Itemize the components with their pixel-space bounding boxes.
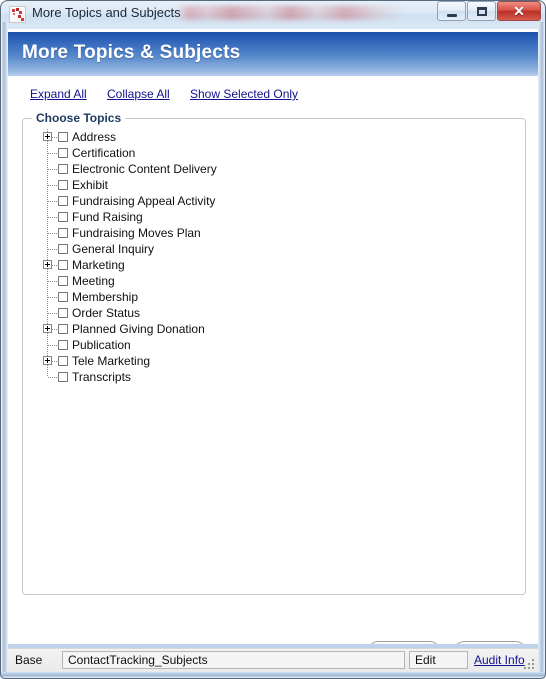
tree-connector-horizontal	[48, 201, 57, 202]
expand-plus-icon[interactable]	[43, 324, 52, 333]
tree-node-label: General Inquiry	[72, 242, 155, 256]
tree-connector-horizontal	[48, 297, 57, 298]
close-button[interactable]: Close	[453, 641, 527, 644]
tree-connector-horizontal	[48, 313, 57, 314]
page-banner: More Topics & Subjects	[8, 32, 538, 76]
tree-connector-horizontal	[48, 169, 57, 170]
status-bar: Base ContactTracking_Subjects Edit Audit…	[8, 648, 538, 672]
tree-node[interactable]: Certification	[39, 145, 509, 161]
audit-info-link[interactable]: Audit Info	[474, 653, 525, 667]
tree-node[interactable]: Meeting	[39, 273, 509, 289]
tree-node-checkbox[interactable]	[58, 276, 68, 286]
choose-topics-groupbox: Address Certification Electronic Content D…	[22, 118, 526, 595]
tree-connector-horizontal	[48, 185, 57, 186]
tree-node[interactable]: Publication	[39, 337, 509, 353]
collapse-all-link[interactable]: Collapse All	[107, 87, 170, 101]
tree-node-label: Planned Giving Donation	[72, 322, 205, 336]
status-edit-panel[interactable]: Edit	[409, 651, 468, 669]
tree-node-checkbox[interactable]	[58, 372, 68, 382]
tree-node-label: Transcripts	[72, 370, 131, 384]
tree-node-checkbox[interactable]	[58, 212, 68, 222]
page-title: More Topics & Subjects	[22, 42, 241, 63]
tree-node-label: Tele Marketing	[72, 354, 151, 368]
show-selected-only-link[interactable]: Show Selected Only	[190, 87, 298, 101]
tree-node-label: Fundraising Moves Plan	[72, 226, 201, 240]
tree-node-checkbox[interactable]	[58, 164, 68, 174]
tree-node-checkbox[interactable]	[58, 340, 68, 350]
tree-node[interactable]: General Inquiry	[39, 241, 509, 257]
client-area: More Topics & Subjects Expand All Collap…	[8, 29, 538, 644]
tree-node-checkbox[interactable]	[58, 180, 68, 190]
resize-grip-icon[interactable]	[524, 659, 535, 670]
tree-node[interactable]: Electronic Content Delivery	[39, 161, 509, 177]
status-base-value[interactable]: ContactTracking_Subjects	[62, 651, 405, 669]
tree-node-label: Address	[72, 130, 117, 144]
tree-node-checkbox[interactable]	[58, 148, 68, 158]
tree-connector-horizontal	[48, 281, 57, 282]
tree-node-checkbox[interactable]	[58, 244, 68, 254]
tree-node-checkbox[interactable]	[58, 132, 68, 142]
tree-node[interactable]: Transcripts	[39, 369, 509, 385]
tree-connector-horizontal	[48, 153, 57, 154]
status-base-label: Base	[15, 653, 43, 667]
tree-node-checkbox[interactable]	[58, 228, 68, 238]
save-button[interactable]: Save	[367, 641, 441, 644]
window-border-right	[538, 22, 545, 678]
application-window: More Topics and Subjects ✕ More Topics &…	[0, 0, 546, 679]
tree-node-label: Electronic Content Delivery	[72, 162, 217, 176]
expand-plus-icon[interactable]	[43, 356, 52, 365]
tree-node[interactable]: Order Status	[39, 305, 509, 321]
tree-node-checkbox[interactable]	[58, 356, 68, 366]
window-border-bottom	[1, 672, 545, 678]
close-window-button[interactable]: ✕	[497, 1, 541, 21]
tree-node-label: Order Status	[72, 306, 141, 320]
tree-connector-horizontal	[48, 345, 57, 346]
action-link-bar: Expand All Collapse All Show Selected On…	[8, 85, 538, 107]
tree-node-label: Publication	[72, 338, 131, 352]
tree-node[interactable]: Exhibit	[39, 177, 509, 193]
tree-node-label: Marketing	[72, 258, 125, 272]
window-title: More Topics and Subjects	[32, 5, 181, 20]
title-bar[interactable]: More Topics and Subjects ✕	[0, 0, 546, 29]
restore-button[interactable]	[467, 1, 496, 21]
tree-node[interactable]: Planned Giving Donation	[39, 321, 509, 337]
expand-plus-icon[interactable]	[43, 260, 52, 269]
tree-node-label: Fundraising Appeal Activity	[72, 194, 216, 208]
tree-node-label: Fund Raising	[72, 210, 143, 224]
tree-node-checkbox[interactable]	[58, 260, 68, 270]
application-icon	[9, 6, 26, 23]
tree-connector-vertical	[47, 369, 48, 377]
expand-plus-icon[interactable]	[43, 132, 52, 141]
tree-node-checkbox[interactable]	[58, 196, 68, 206]
tree-node[interactable]: Fundraising Moves Plan	[39, 225, 509, 241]
tree-node[interactable]: Address	[39, 129, 509, 145]
tree-connector-horizontal	[48, 217, 57, 218]
tree-node-label: Membership	[72, 290, 139, 304]
tree-node-label: Meeting	[72, 274, 115, 288]
tree-node-checkbox[interactable]	[58, 292, 68, 302]
tree-node-label: Certification	[72, 146, 136, 160]
tree-node[interactable]: Tele Marketing	[39, 353, 509, 369]
tree-node-checkbox[interactable]	[58, 308, 68, 318]
window-border-left	[1, 22, 8, 678]
tree-node-label: Exhibit	[72, 178, 109, 192]
tree-node[interactable]: Fund Raising	[39, 209, 509, 225]
tree-node[interactable]: Fundraising Appeal Activity	[39, 193, 509, 209]
minimize-button[interactable]	[437, 1, 466, 21]
tree-connector-horizontal	[48, 233, 57, 234]
tree-node[interactable]: Marketing	[39, 257, 509, 273]
expand-all-link[interactable]: Expand All	[30, 87, 87, 101]
tree-node-checkbox[interactable]	[58, 324, 68, 334]
tree-node[interactable]: Membership	[39, 289, 509, 305]
topics-tree[interactable]: Address Certification Electronic Content D…	[39, 129, 509, 385]
redacted-title-text	[176, 6, 404, 20]
groupbox-label: Choose Topics	[32, 111, 126, 125]
tree-connector-horizontal	[48, 249, 57, 250]
close-icon: ✕	[513, 3, 525, 19]
tree-connector-horizontal	[48, 377, 57, 378]
